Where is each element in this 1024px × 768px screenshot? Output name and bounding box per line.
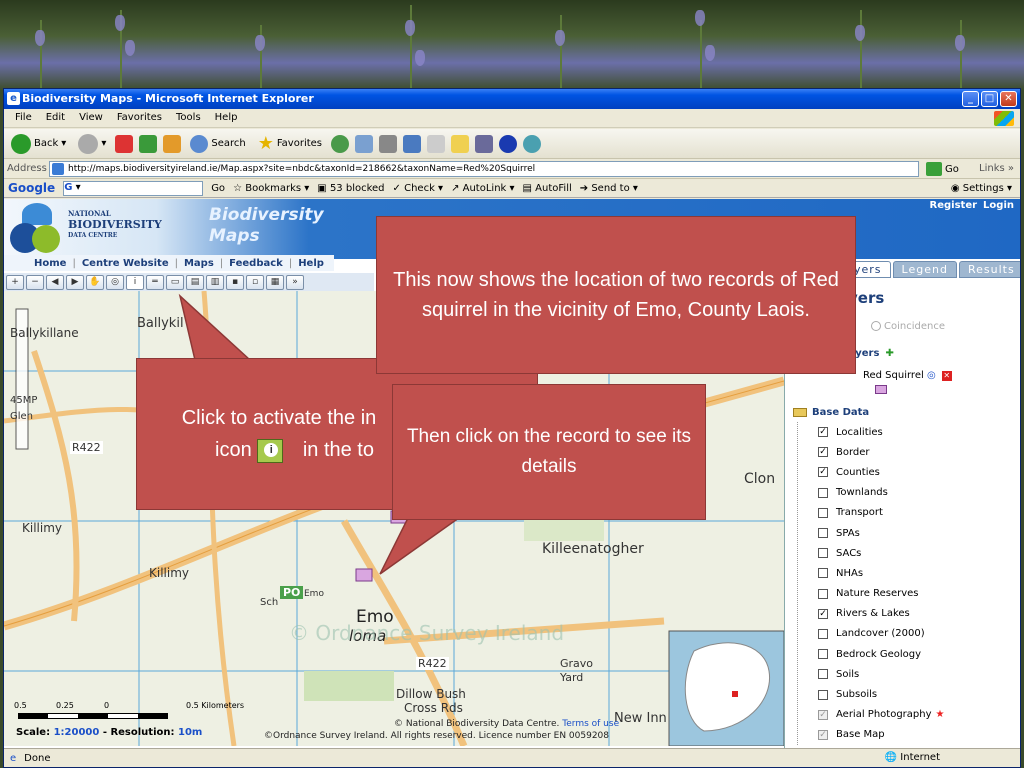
callout-top-text: This now shows the location of two recor… [393,269,839,321]
callout-left-text1: Click to activate the in [181,407,377,429]
callout-left-text3: in the to [302,439,374,461]
callout-click-record: Then click on the record to see its deta… [392,384,706,520]
callout-left-text2: icon [215,439,252,461]
info-icon [257,438,284,463]
callout-right-text: Then click on the record to see its deta… [406,426,692,477]
callout-records-location: This now shows the location of two recor… [376,216,856,374]
